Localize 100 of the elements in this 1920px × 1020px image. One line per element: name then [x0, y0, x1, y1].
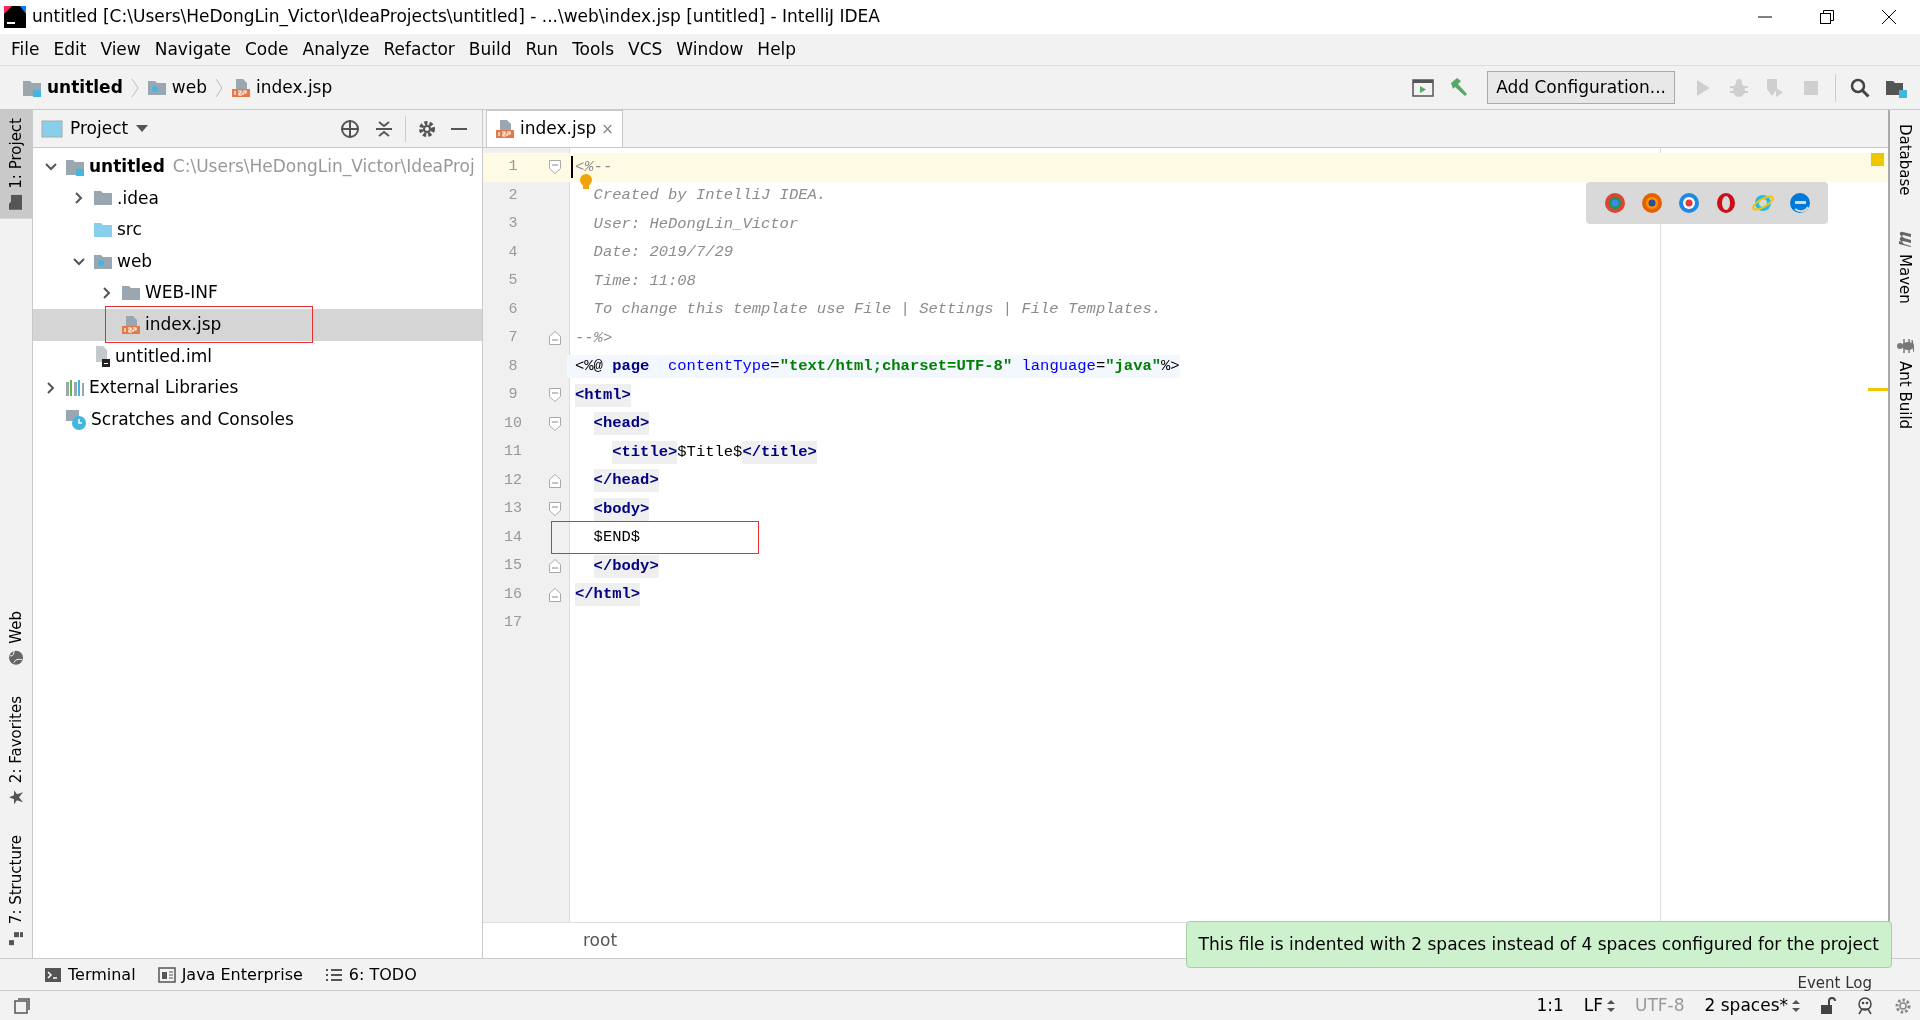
tree-item[interactable]: index.jsp	[33, 308, 482, 341]
browser-icon[interactable]	[1788, 192, 1811, 214]
run-window-icon	[1412, 76, 1435, 99]
fold-icon[interactable]	[549, 416, 561, 431]
menu-item[interactable]: Help	[750, 36, 804, 63]
tool-window-tab[interactable]: Terminal	[44, 962, 136, 987]
code-token: contentType	[668, 356, 771, 378]
web-folder-icon	[93, 253, 113, 270]
tool-window-tab[interactable]: Web	[0, 603, 32, 674]
code-token: =	[1095, 356, 1106, 378]
window-title: untitled [C:\Users\HeDongLin_Victor\IdeaProjects\untitled] - ...\web\index.jsp [untitled] - IntelliJ IDEA	[32, 5, 881, 29]
code-token: </html>	[575, 583, 641, 607]
fold-icon[interactable]	[549, 388, 561, 403]
tree-item[interactable]: untitled.iml	[33, 340, 482, 373]
project-view-dropdown[interactable]: Project	[63, 111, 156, 146]
browser-icon[interactable]	[1714, 192, 1737, 214]
panel-toggle-icon[interactable]	[14, 997, 30, 1014]
line-number: 12	[503, 470, 523, 491]
tree-item[interactable]: web	[33, 245, 482, 278]
path-hint: C:\Users\HeDongLin_Victor\IdeaProj	[172, 155, 475, 179]
line-number: 8	[507, 356, 519, 377]
fold-icon[interactable]	[549, 559, 561, 574]
code-token: Created by IntelliJ IDEA.	[593, 185, 827, 207]
fold-icon[interactable]	[549, 502, 561, 517]
menu-item[interactable]: Analyze	[295, 36, 377, 63]
status-item[interactable]: LF	[1583, 992, 1615, 1019]
tool-window-tab[interactable]: Ant Build	[1890, 331, 1920, 436]
run-configuration-button[interactable]: Add Configuration...	[1487, 70, 1675, 105]
browser-icon[interactable]	[1603, 192, 1626, 214]
text-cursor	[571, 156, 573, 179]
tool-window-tab[interactable]: Java Enterprise	[157, 962, 303, 987]
close-icon	[1882, 10, 1896, 24]
code-token: "text/html;charset=UTF-8"	[779, 356, 1013, 378]
menu-item[interactable]: Navigate	[147, 36, 238, 63]
tree-item[interactable]: src	[33, 214, 482, 246]
tree-item[interactable]: .idea	[33, 182, 482, 215]
menu-item[interactable]: View	[93, 36, 148, 63]
fold-icon[interactable]	[549, 587, 561, 602]
event-log-link[interactable]: Event Log	[1797, 971, 1872, 994]
menu-item[interactable]: Tools	[565, 36, 621, 63]
status-item[interactable]: 1:1	[1536, 992, 1564, 1019]
editor-tab[interactable]: index.jsp ×	[486, 110, 623, 147]
line-number: 17	[503, 613, 523, 633]
jsp-file-icon	[495, 119, 515, 139]
tree-item[interactable]: WEB-INF	[33, 277, 482, 309]
tool-window-tab[interactable]: 7: Structure	[0, 826, 32, 954]
tool-window-tab[interactable]: Database	[1890, 118, 1920, 202]
code-token: --%>	[575, 327, 613, 349]
breadcrumb[interactable]: web	[146, 74, 207, 101]
code-token: =	[770, 356, 780, 378]
file-icon	[93, 345, 111, 368]
code-token: User: HeDongLin_Victor	[593, 213, 799, 235]
target-icon	[340, 118, 360, 139]
lock-icon[interactable]	[1820, 996, 1836, 1015]
tree-item[interactable]: untitled C:\Users\HeDongLin_Victor\IdeaProj	[33, 151, 482, 183]
code-token: <%--	[575, 156, 613, 178]
code-token: $END$	[593, 527, 641, 549]
maven-icon	[1896, 229, 1914, 248]
menu-item[interactable]: File	[4, 36, 47, 63]
menu-item[interactable]: Build	[461, 36, 519, 63]
breadcrumb[interactable]: root	[583, 927, 618, 954]
menu-item[interactable]: Edit	[46, 36, 94, 63]
browser-icon[interactable]	[1677, 192, 1700, 214]
menu-item[interactable]: Run	[518, 36, 566, 63]
code-token: </head>	[593, 469, 659, 493]
fold-icon[interactable]	[549, 331, 561, 346]
tree-item[interactable]: External Libraries	[33, 372, 482, 404]
tool-window-tab[interactable]: 6: TODO	[324, 962, 417, 987]
fold-icon[interactable]	[549, 473, 561, 488]
gear-icon[interactable]	[1894, 996, 1912, 1015]
light-bulb-icon[interactable]	[579, 173, 593, 190]
menu-item[interactable]: Refactor	[376, 36, 462, 63]
collapse-all-icon	[374, 118, 394, 139]
fold-icon[interactable]	[549, 160, 561, 175]
shield-play-icon	[1764, 76, 1786, 99]
tree-item[interactable]: Scratches and Consoles	[33, 403, 482, 436]
warning-marker	[1871, 153, 1884, 166]
tab-close-button[interactable]: ×	[601, 117, 614, 141]
menu-item[interactable]: VCS	[621, 36, 670, 63]
line-number: 7	[507, 328, 519, 348]
module-folder-icon	[65, 157, 85, 176]
status-item[interactable]: 2 spaces*	[1704, 992, 1800, 1019]
line-number: 6	[507, 299, 519, 320]
breadcrumb[interactable]: untitled	[22, 74, 123, 101]
code-token: page	[612, 356, 650, 378]
code-token: $Title$	[677, 441, 743, 463]
line-number: 16	[503, 584, 523, 605]
tool-window-tab[interactable]: 2: Favorites	[0, 687, 32, 813]
breadcrumb[interactable]: index.jsp	[230, 74, 333, 101]
tool-window-tab[interactable]: 1: Project	[0, 110, 32, 219]
menu-item[interactable]: Window	[669, 36, 751, 63]
folder-icon	[121, 285, 141, 302]
inspector-icon[interactable]	[1856, 996, 1874, 1015]
code-token: Date: 2019/7/29	[593, 242, 734, 264]
menu-item[interactable]: Code	[238, 36, 296, 63]
line-number: 14	[503, 527, 523, 548]
code-token: Time: 11:08	[593, 270, 696, 292]
folder-icon	[93, 222, 113, 238]
tool-window-tab[interactable]: Maven	[1890, 223, 1920, 310]
browser-icon[interactable]	[1640, 192, 1663, 214]
